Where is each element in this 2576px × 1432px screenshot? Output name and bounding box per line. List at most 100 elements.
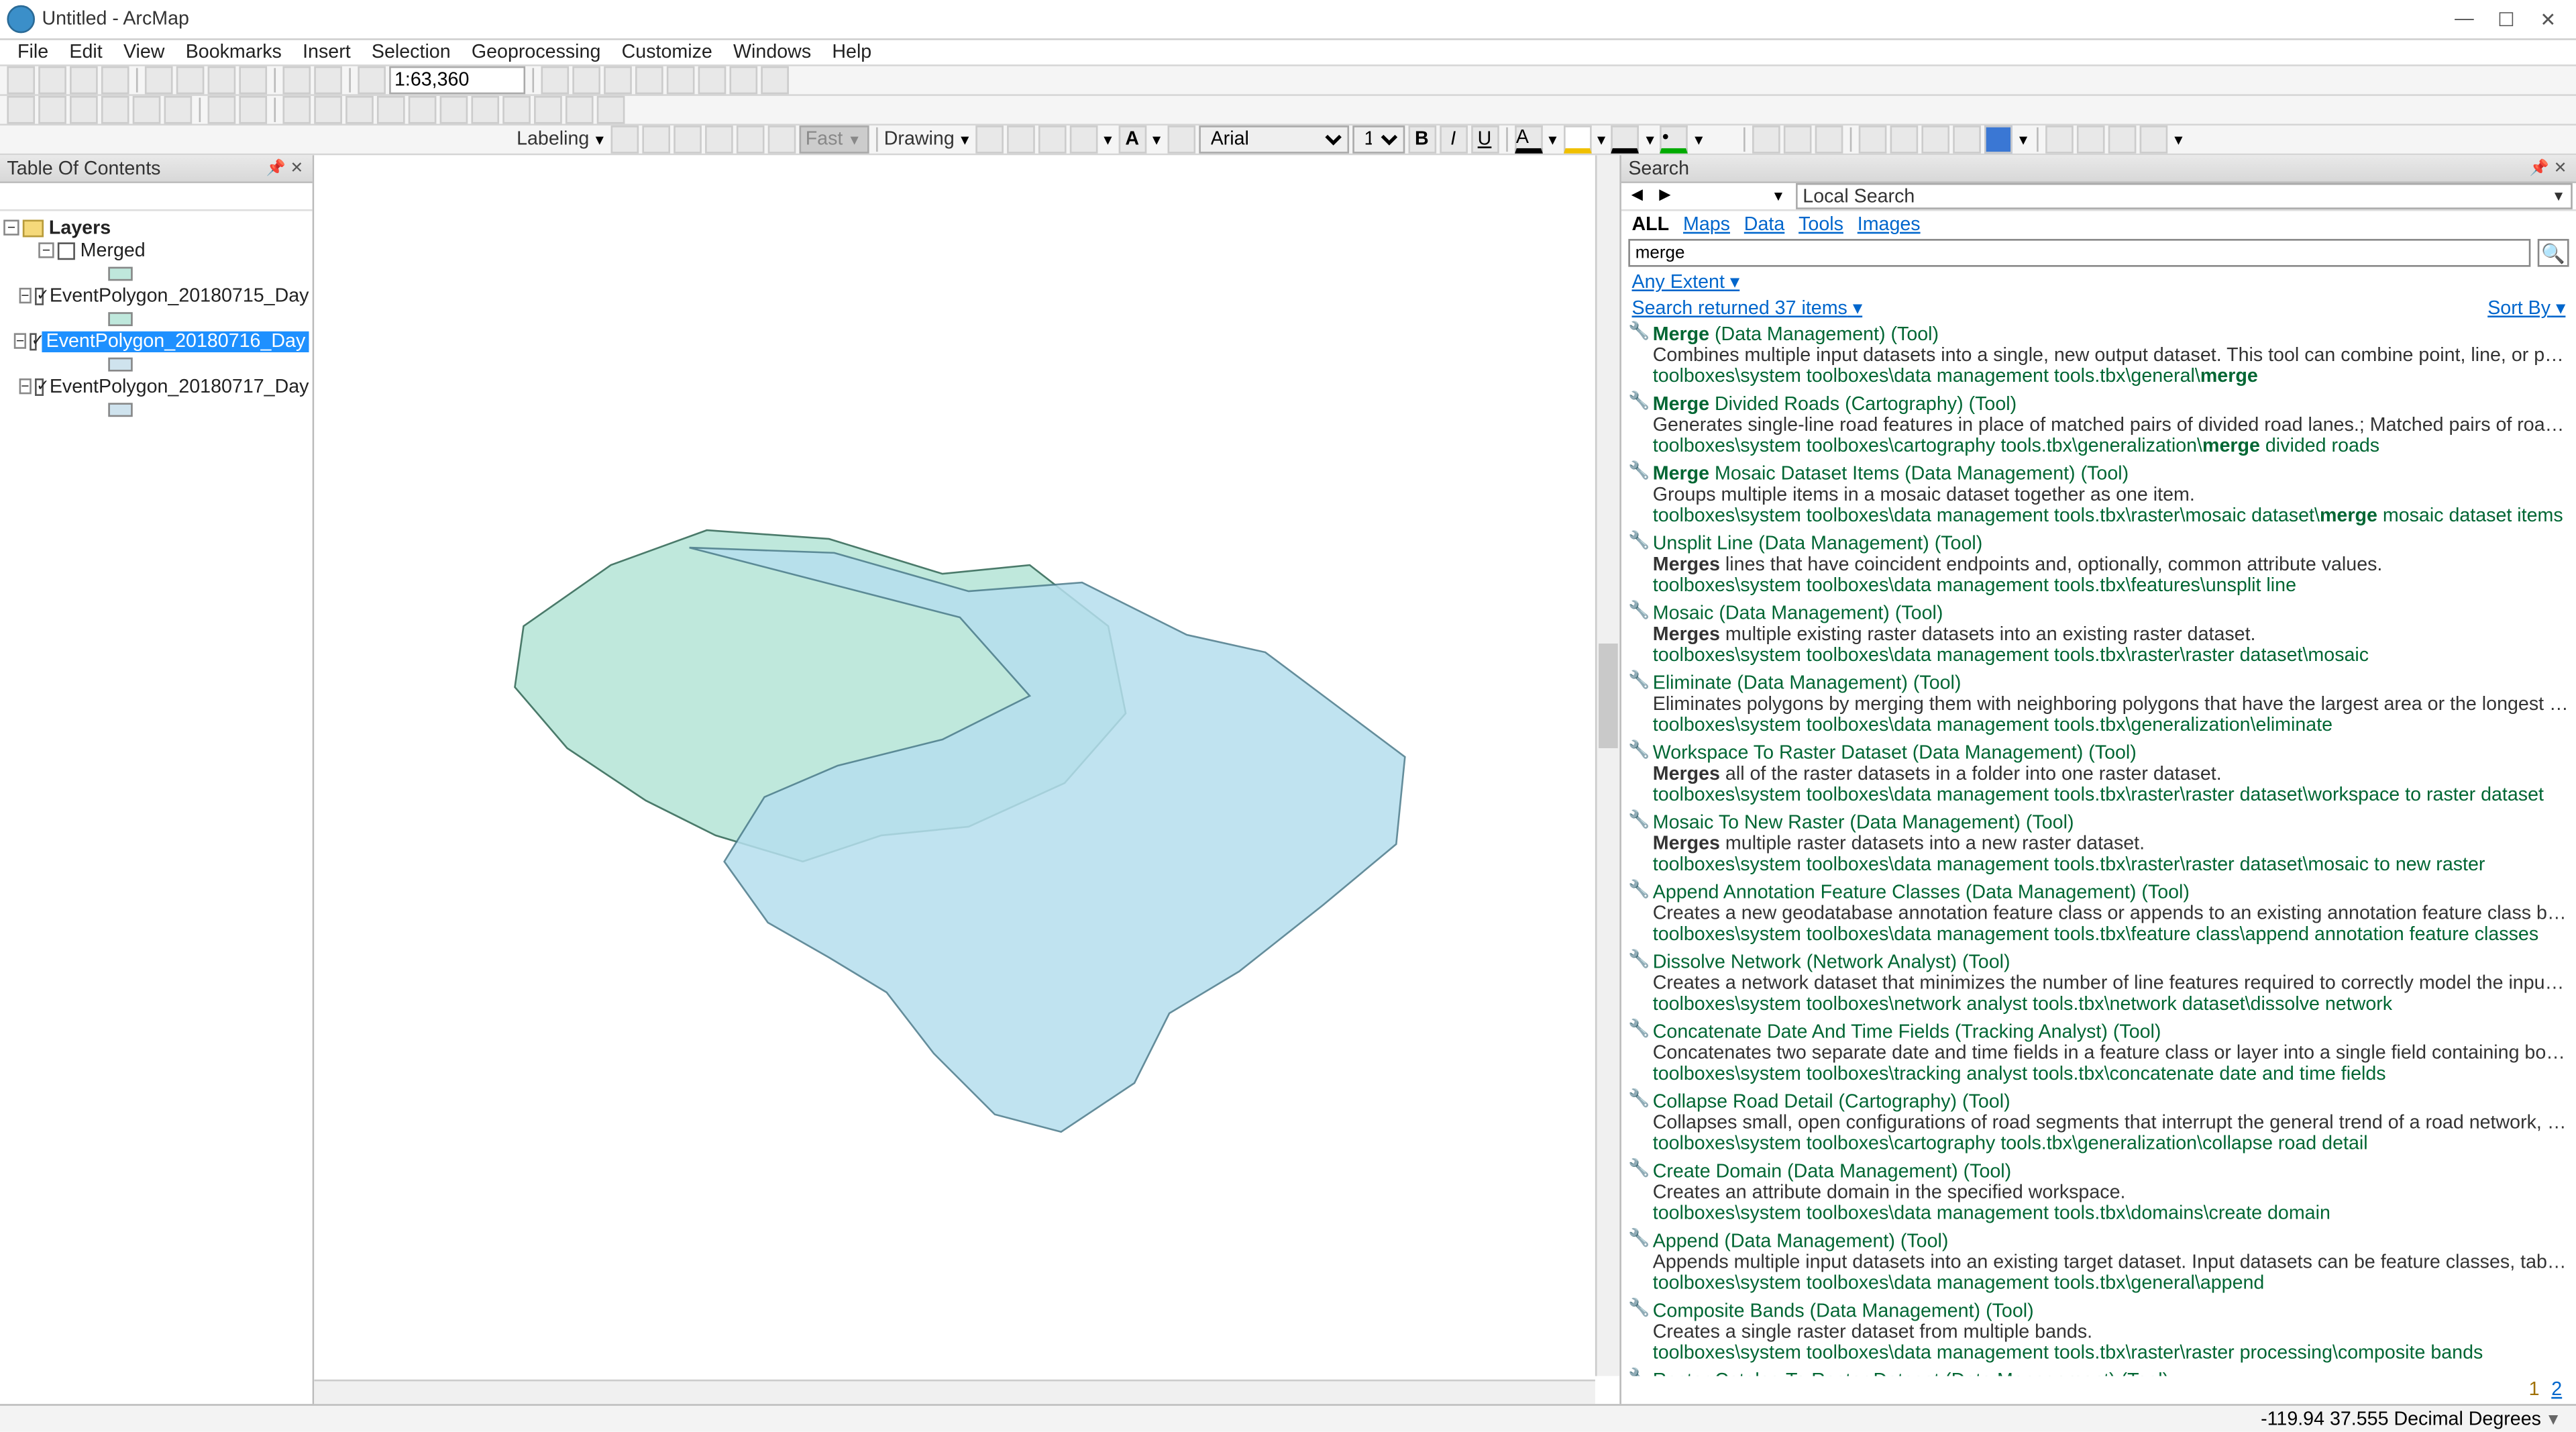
list-by-visibility-button[interactable] (59, 184, 83, 208)
marker-color-button[interactable]: • (1660, 125, 1688, 154)
search-result-11[interactable]: Collapse Road Detail (Cartography) (Tool… (1628, 1090, 2569, 1160)
result-title[interactable]: Merge (Data Management) (1653, 324, 1886, 345)
search-tab-images[interactable]: Images (1858, 215, 1921, 236)
search-scope-combo[interactable]: Local Search▼ (1796, 183, 2573, 209)
search-result-8[interactable]: Append Annotation Feature Classes (Data … (1628, 881, 2569, 951)
result-title[interactable]: Mosaic (Data Management) (1653, 603, 1890, 624)
list-by-drawing-button[interactable] (3, 184, 28, 208)
open-button[interactable] (38, 66, 66, 95)
search-result-5[interactable]: Eliminate (Data Management) (Tool)Elimin… (1628, 672, 2569, 741)
underline-button[interactable]: U (1470, 125, 1499, 154)
catalog-button[interactable] (604, 66, 632, 95)
back-extent-button[interactable] (208, 96, 236, 124)
sort-by-link[interactable]: Sort By ▾ (2487, 297, 2565, 319)
map-scale-combo[interactable] (389, 66, 525, 95)
search-tab-tools[interactable]: Tools (1799, 215, 1843, 236)
editor-button-9[interactable] (2046, 125, 2074, 154)
menu-windows[interactable]: Windows (722, 42, 821, 62)
pause-labels-button[interactable] (736, 125, 764, 154)
menu-geoprocessing[interactable]: Geoprocessing (461, 42, 611, 62)
menu-file[interactable]: File (7, 42, 58, 62)
result-title[interactable]: Merge Divided Roads (Cartography) (1653, 394, 1964, 415)
result-path[interactable]: toolboxes\system toolboxes\data manageme… (1653, 855, 2569, 876)
result-title[interactable]: Dissolve Network (Network Analyst) (1653, 952, 1957, 973)
result-path[interactable]: toolboxes\system toolboxes\data manageme… (1653, 1273, 2569, 1294)
search-result-6[interactable]: Workspace To Raster Dataset (Data Manage… (1628, 741, 2569, 811)
expand-icon[interactable]: − (19, 288, 31, 303)
toc-layer-2[interactable]: −EventPolygon_20180716_Day (3, 329, 309, 352)
result-title[interactable]: Append (Data Management) (1653, 1231, 1895, 1252)
result-path[interactable]: toolboxes\system toolboxes\data manageme… (1653, 924, 2569, 945)
menu-edit[interactable]: Edit (59, 42, 113, 62)
search-tab-all[interactable]: ALL (1632, 215, 1670, 236)
zoom-draw-button[interactable] (1038, 125, 1066, 154)
layer-checkbox[interactable] (30, 332, 38, 350)
search-button[interactable] (635, 66, 663, 95)
extent-filter-link[interactable]: Any Extent ▾ (1632, 272, 1740, 293)
html-popup-button[interactable] (440, 96, 468, 124)
label-manager-button[interactable] (610, 125, 638, 154)
search-result-9[interactable]: Dissolve Network (Network Analyst) (Tool… (1628, 950, 2569, 1020)
toc-close-button[interactable]: ✕ (288, 160, 305, 177)
search-result-1[interactable]: Merge Divided Roads (Cartography) (Tool)… (1628, 393, 2569, 462)
toc-layer-3[interactable]: −EventPolygon_20180717_Day (3, 375, 309, 398)
search-back-button[interactable]: ◄ (1625, 184, 1649, 208)
arctoolbox-button[interactable] (667, 66, 695, 95)
view-unplaced-button[interactable] (767, 125, 795, 154)
result-path[interactable]: toolboxes\system toolboxes\data manageme… (1653, 366, 2569, 387)
label-speed-combo[interactable]: Fast▼ (798, 125, 868, 154)
search-forward-button[interactable]: ► (1653, 184, 1677, 208)
search-options-button[interactable] (1743, 184, 1768, 208)
editor-button-7[interactable] (1953, 125, 1982, 154)
editor-button-2[interactable] (1784, 125, 1813, 154)
zoom-out-button[interactable] (38, 96, 66, 124)
menu-help[interactable]: Help (822, 42, 882, 62)
result-path[interactable]: toolboxes\system toolboxes\data manageme… (1653, 715, 2569, 736)
search-pin-button[interactable]: 📌 (2530, 160, 2548, 177)
layout-view-button[interactable] (342, 1381, 363, 1402)
go-to-xy-button[interactable] (566, 96, 594, 124)
result-title[interactable]: Unsplit Line (Data Management) (1653, 533, 1929, 554)
clear-selection-button[interactable] (314, 96, 342, 124)
font-combo[interactable]: Arial (1198, 125, 1348, 154)
result-title[interactable]: Mosaic To New Raster (Data Management) (1653, 813, 2021, 833)
search-result-15[interactable]: Raster Catalog To Raster Dataset (Data M… (1628, 1369, 2569, 1376)
editor-button-5[interactable] (1890, 125, 1919, 154)
layer-checkbox[interactable] (34, 287, 44, 305)
layer-checkbox[interactable] (34, 378, 44, 395)
result-title[interactable]: Raster Catalog To Raster Dataset (Data M… (1653, 1371, 2116, 1376)
result-path[interactable]: toolboxes\system toolboxes\network analy… (1653, 994, 2569, 1015)
rotate-button[interactable] (1007, 125, 1035, 154)
result-path[interactable]: toolboxes\system toolboxes\data manageme… (1653, 1203, 2569, 1224)
label-weight-button[interactable] (673, 125, 701, 154)
menu-view[interactable]: View (113, 42, 175, 62)
result-path[interactable]: toolboxes\system toolboxes\data manageme… (1653, 646, 2569, 666)
add-data-button[interactable] (358, 66, 386, 95)
result-path[interactable]: toolboxes\system toolboxes\tracking anal… (1653, 1064, 2569, 1084)
find-route-button[interactable] (534, 96, 562, 124)
measure-button[interactable] (471, 96, 499, 124)
rectangle-draw-button[interactable] (1069, 125, 1097, 154)
search-tab-data[interactable]: Data (1744, 215, 1784, 236)
fixed-zoom-in-button[interactable] (133, 96, 161, 124)
editor-button-12[interactable] (2140, 125, 2168, 154)
list-by-source-button[interactable] (32, 184, 56, 208)
page-next[interactable]: 2 (2551, 1380, 2562, 1400)
editor-button-10[interactable] (2078, 125, 2106, 154)
result-count-link[interactable]: Search returned 37 items ▾ (1632, 297, 1863, 319)
line-color-button[interactable] (1612, 125, 1640, 154)
search-result-3[interactable]: Unsplit Line (Data Management) (Tool)Mer… (1628, 532, 2569, 602)
python-button[interactable] (698, 66, 727, 95)
editor-button-11[interactable] (2108, 125, 2137, 154)
result-title[interactable]: Workspace To Raster Dataset (Data Manage… (1653, 743, 2084, 764)
search-result-4[interactable]: Mosaic (Data Management) (Tool)Merges mu… (1628, 602, 2569, 672)
label-priority-button[interactable] (641, 125, 669, 154)
search-refresh-button[interactable] (1712, 184, 1736, 208)
result-title[interactable]: Append Annotation Feature Classes (Data … (1653, 882, 2137, 903)
select-element-button[interactable] (975, 125, 1004, 154)
select-features-button[interactable] (282, 96, 311, 124)
refresh-view-button[interactable] (366, 1381, 387, 1402)
search-input[interactable] (1628, 239, 2530, 267)
new-doc-button[interactable] (7, 66, 35, 95)
result-title[interactable]: Eliminate (Data Management) (1653, 673, 1908, 694)
